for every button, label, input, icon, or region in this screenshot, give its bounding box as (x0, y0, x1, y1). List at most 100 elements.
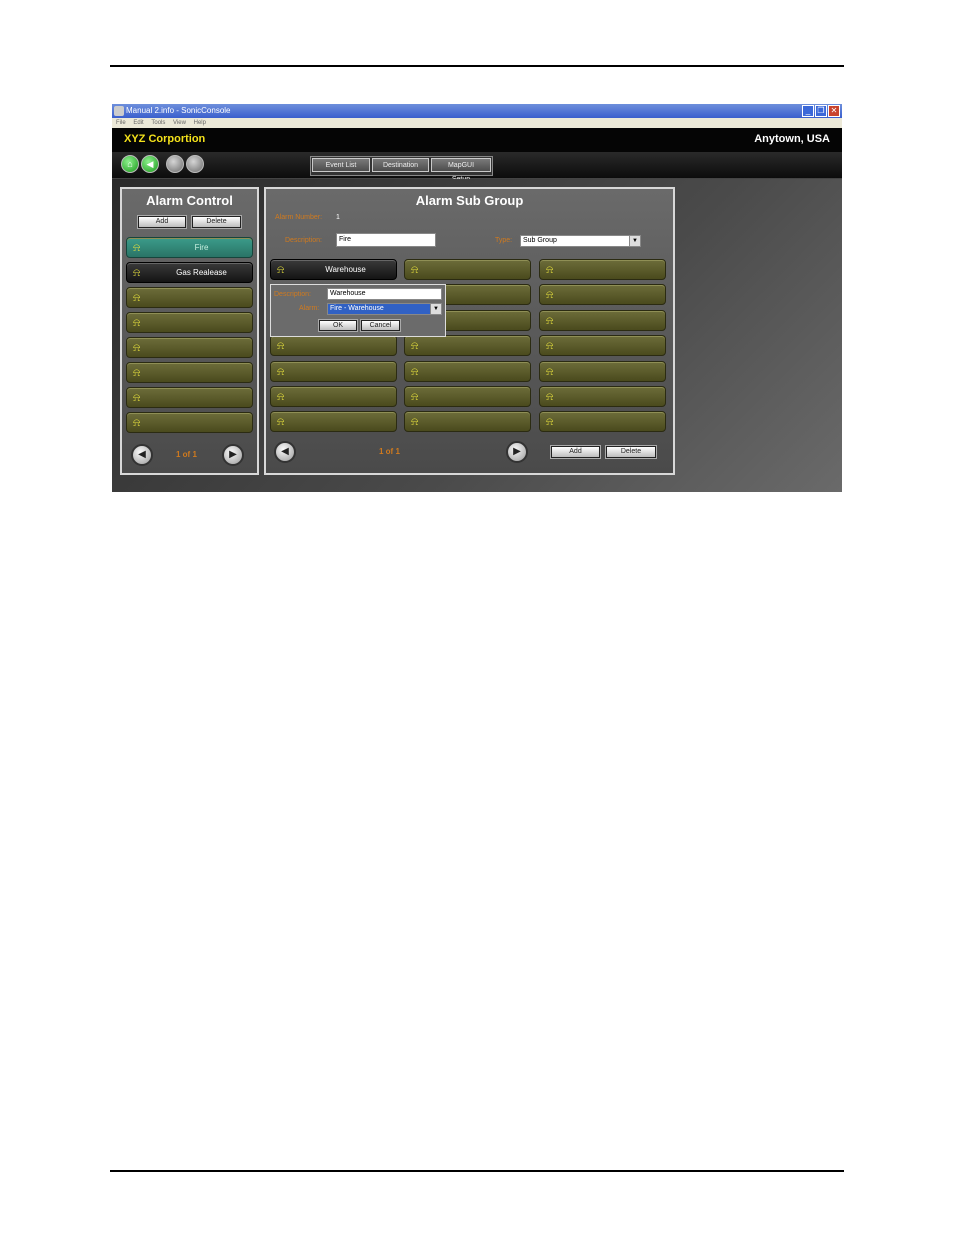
alarm-item-fire[interactable]: ⍾ Fire (126, 237, 253, 258)
next-icon: ▶ (513, 446, 521, 457)
subgroup-edit-popup: Description: Warehouse Alarm: Fire - War… (270, 284, 446, 337)
subgroup-item-empty[interactable]: ⍾ (404, 361, 531, 382)
subgroup-item-empty[interactable]: ⍾ (270, 386, 397, 407)
alarm-item-empty[interactable]: ⍾ (126, 337, 253, 358)
bell-icon: ⍾ (546, 340, 554, 352)
alarm-item-empty[interactable]: ⍾ (126, 287, 253, 308)
workspace: Alarm Control Add Delete ⍾ Fire ⍾ Gas Re… (112, 179, 842, 492)
close-button[interactable]: ✕ (828, 105, 840, 117)
subgroup-item-empty[interactable]: ⍾ (270, 411, 397, 432)
subgroup-item-empty[interactable]: ⍾ (539, 284, 666, 305)
disabled-button-2[interactable] (186, 155, 204, 173)
alarm-number-label: Alarm Number: (275, 214, 323, 221)
bell-icon: ⍾ (546, 391, 554, 403)
bell-icon: ⍾ (411, 416, 419, 428)
bell-icon: ⍾ (133, 267, 141, 279)
menu-edit[interactable]: Edit (133, 120, 143, 126)
app-header: XYZ Corportion Anytown, USA (112, 128, 842, 152)
subgroup-page-info: 1 of 1 (379, 447, 400, 456)
subgroup-item-warehouse[interactable]: ⍾ Warehouse (270, 259, 397, 280)
alarm-item-empty[interactable]: ⍾ (126, 387, 253, 408)
subgroup-delete-button[interactable]: Delete (606, 446, 656, 458)
brand-name: XYZ Corportion (124, 133, 206, 145)
prev-icon: ◀ (281, 446, 289, 457)
alarm-next-page-button[interactable]: ▶ (222, 444, 244, 466)
bell-icon: ⍾ (133, 367, 141, 379)
window-titlebar: Manual 2.info - SonicConsole _ ❐ ✕ (112, 104, 842, 118)
alarm-control-panel: Alarm Control Add Delete ⍾ Fire ⍾ Gas Re… (120, 187, 259, 475)
popup-ok-button[interactable]: OK (319, 320, 357, 331)
menu-view[interactable]: View (173, 120, 186, 126)
disabled-button-1[interactable] (166, 155, 184, 173)
bell-icon: ⍾ (277, 340, 285, 352)
alarm-item-label: Gas Realease (176, 268, 227, 277)
home-button[interactable]: ⌂ (121, 155, 139, 173)
minimize-button[interactable]: _ (802, 105, 814, 117)
popup-alarm-select[interactable]: Fire - Warehouse ▼ (327, 303, 442, 315)
bell-icon: ⍾ (277, 366, 285, 378)
subgroup-item-empty[interactable]: ⍾ (404, 386, 531, 407)
bell-icon: ⍾ (277, 391, 285, 403)
chevron-down-icon: ▼ (629, 236, 640, 246)
alarm-item-gas-release[interactable]: ⍾ Gas Realease (126, 262, 253, 283)
subgroup-item-empty[interactable]: ⍾ (539, 310, 666, 331)
tab-destination[interactable]: Destination (372, 158, 429, 172)
subgroup-prev-page-button[interactable]: ◀ (274, 441, 296, 463)
bell-icon: ⍾ (546, 264, 554, 276)
bell-icon: ⍾ (546, 289, 554, 301)
bell-icon: ⍾ (133, 292, 141, 304)
alarm-add-button[interactable]: Add (138, 216, 186, 228)
subgroup-item-empty[interactable]: ⍾ (404, 411, 531, 432)
subgroup-add-button[interactable]: Add (551, 446, 600, 458)
alarm-control-title: Alarm Control (146, 193, 233, 208)
subgroup-item-empty[interactable]: ⍾ (539, 335, 666, 356)
type-label: Type: (495, 237, 513, 244)
home-icon: ⌂ (127, 159, 133, 169)
popup-cancel-button[interactable]: Cancel (361, 320, 400, 331)
window-title: Manual 2.info - SonicConsole (126, 106, 231, 115)
toolbar: ⌂ ◀ Event List Destination MapGUI Setup (112, 152, 842, 183)
bell-icon: ⍾ (133, 342, 141, 354)
popup-alarm-value: Fire - Warehouse (330, 305, 384, 312)
bell-icon: ⍾ (133, 392, 141, 404)
alarm-delete-button[interactable]: Delete (192, 216, 241, 228)
next-icon: ▶ (229, 449, 237, 460)
alarm-item-empty[interactable]: ⍾ (126, 412, 253, 433)
bell-icon: ⍾ (411, 391, 419, 403)
subgroup-item-label: Warehouse (325, 265, 366, 274)
subgroup-item-empty[interactable]: ⍾ (539, 411, 666, 432)
tab-event-list[interactable]: Event List (312, 158, 370, 172)
bell-icon: ⍾ (411, 264, 419, 276)
page-top-rule (110, 65, 844, 67)
subgroup-next-page-button[interactable]: ▶ (506, 441, 528, 463)
subgroup-item-empty[interactable]: ⍾ (270, 335, 397, 356)
tab-mapgui-setup[interactable]: MapGUI Setup (431, 158, 491, 183)
app-screenshot: Manual 2.info - SonicConsole _ ❐ ✕ File … (112, 104, 842, 492)
popup-description-field[interactable]: Warehouse (327, 288, 442, 300)
alarm-number-value: 1 (336, 214, 340, 221)
subgroup-item-empty[interactable]: ⍾ (539, 386, 666, 407)
bell-icon: ⍾ (133, 417, 141, 429)
type-select[interactable]: Sub Group ▼ (520, 235, 641, 247)
alarm-prev-page-button[interactable]: ◀ (131, 444, 153, 466)
subgroup-item-empty[interactable]: ⍾ (539, 259, 666, 280)
location-label: Anytown, USA (754, 133, 830, 145)
type-select-value: Sub Group (523, 237, 557, 244)
bell-icon: ⍾ (277, 264, 285, 276)
subgroup-item-empty[interactable]: ⍾ (404, 259, 531, 280)
restore-button[interactable]: ❐ (815, 105, 827, 117)
subgroup-item-empty[interactable]: ⍾ (539, 361, 666, 382)
menu-help[interactable]: Help (194, 120, 206, 126)
subgroup-item-empty[interactable]: ⍾ (270, 361, 397, 382)
menu-file[interactable]: File (116, 120, 126, 126)
prev-icon: ◀ (138, 449, 146, 460)
bell-icon: ⍾ (133, 317, 141, 329)
description-field[interactable]: Fire (336, 233, 436, 247)
subgroup-item-empty[interactable]: ⍾ (404, 335, 531, 356)
back-button[interactable]: ◀ (141, 155, 159, 173)
menu-tools[interactable]: Tools (151, 120, 165, 126)
chevron-down-icon: ▼ (430, 304, 441, 314)
alarm-item-empty[interactable]: ⍾ (126, 312, 253, 333)
alarm-item-empty[interactable]: ⍾ (126, 362, 253, 383)
popup-description-label: Description: (274, 291, 311, 298)
